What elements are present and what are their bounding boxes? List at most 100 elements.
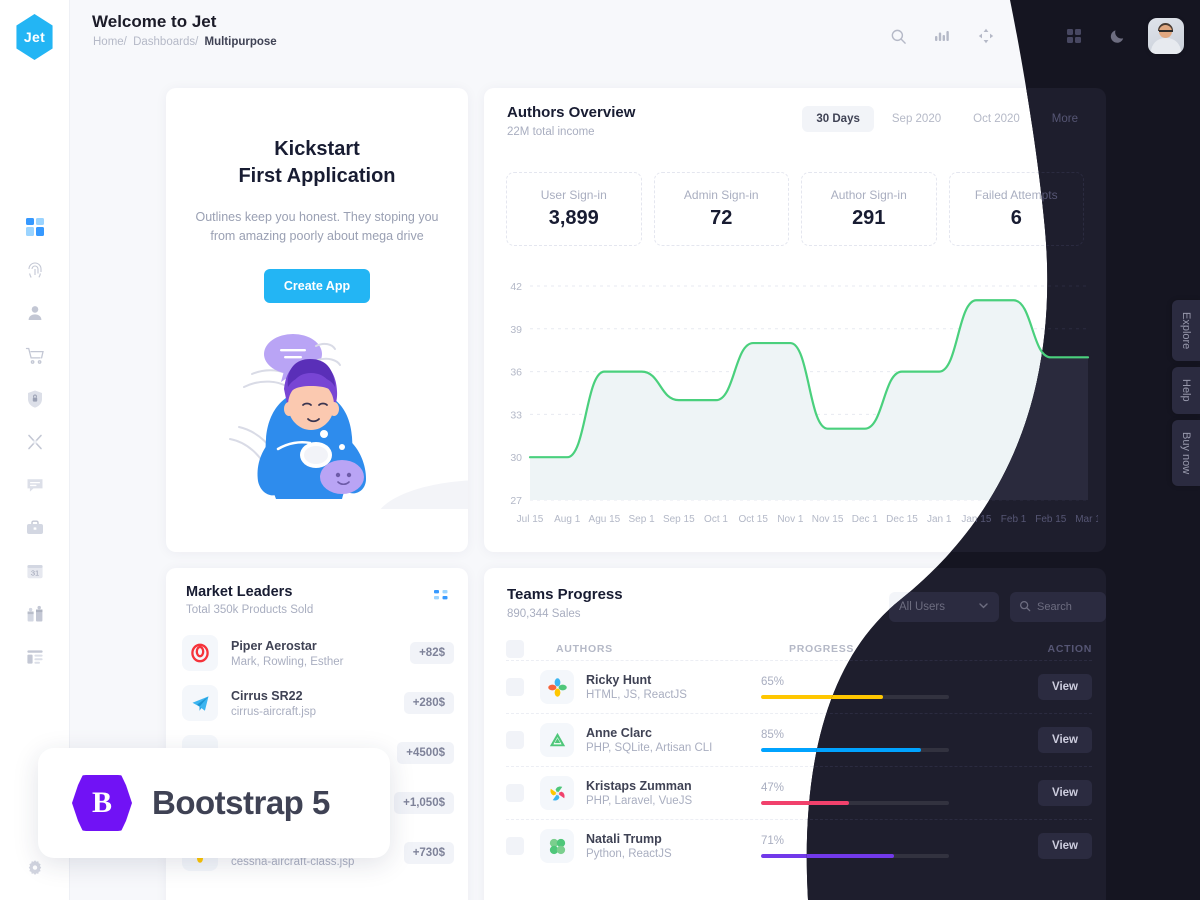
drive-icon <box>540 723 574 757</box>
sidebar-item-ecommerce[interactable] <box>23 344 47 368</box>
clover-icon <box>540 829 574 863</box>
svg-text:Sep 1: Sep 1 <box>629 514 656 525</box>
list-item[interactable]: Cirrus SR22 cirrus-aircraft.jsp +280$ <box>182 678 454 728</box>
kickstart-title: Kickstart First Application <box>166 136 468 190</box>
tab-oct-2020[interactable]: Oct 2020 <box>959 106 1034 132</box>
tab-sep-2020[interactable]: Sep 2020 <box>878 106 955 132</box>
stat-label: Admin Sign-in <box>683 188 759 202</box>
view-button-dark[interactable]: View <box>1038 674 1092 700</box>
dots-grid-icon[interactable] <box>434 590 448 609</box>
search-placeholder-dark: Search <box>1037 601 1072 613</box>
row-checkbox[interactable] <box>506 837 524 855</box>
stat-user-signin: User Sign-in 3,899 <box>506 172 642 246</box>
stat-author-signin: Author Sign-in 291 <box>801 172 937 246</box>
stat-value: 6 <box>1010 207 1022 229</box>
sidebar-item-projects[interactable] <box>23 516 47 540</box>
move-icon[interactable] <box>972 22 1000 50</box>
side-tab-explore[interactable]: Explore <box>1172 300 1200 361</box>
stat-admin-signin: Admin Sign-in 72 <box>653 172 789 246</box>
user-filter-select-dark[interactable]: All Users <box>889 592 999 622</box>
sidebar-item-layout[interactable] <box>23 645 47 669</box>
svg-text:Feb 15: Feb 15 <box>1035 514 1067 525</box>
tab-more-dark[interactable]: More <box>1038 106 1092 132</box>
svg-text:33: 33 <box>510 409 522 421</box>
market-subtitle: Total 350k Products Sold <box>186 604 314 616</box>
app-logo[interactable]: Jet <box>16 14 53 60</box>
sidebar-item-users[interactable] <box>23 301 47 325</box>
sidebar-item-tools[interactable] <box>23 430 47 454</box>
chevron-down-icon <box>978 600 989 614</box>
avatar[interactable] <box>1148 18 1184 54</box>
sidebar-item-chat[interactable] <box>23 473 47 497</box>
item-amount: +280$ <box>403 692 454 714</box>
row-checkbox[interactable] <box>506 731 524 749</box>
opera-icon <box>182 635 218 671</box>
stat-value: 72 <box>710 207 733 229</box>
svg-text:Nov 1: Nov 1 <box>777 514 804 525</box>
sidebar-item-calendar[interactable]: 31 <box>23 559 47 583</box>
bar-chart-icon[interactable] <box>928 22 956 50</box>
author-skills: PHP, Laravel, VueJS <box>586 795 693 807</box>
row-checkbox[interactable] <box>506 678 524 696</box>
svg-text:42: 42 <box>510 281 522 293</box>
search-icon[interactable] <box>884 22 912 50</box>
stat-value: 291 <box>852 207 886 229</box>
item-detail: cirrus-aircraft.jsp <box>231 705 316 718</box>
tab-30-days[interactable]: 30 Days <box>802 106 874 132</box>
side-tab-help[interactable]: Help <box>1172 367 1200 414</box>
header-actions-dark <box>1060 18 1184 54</box>
svg-text:Feb 1: Feb 1 <box>1001 514 1027 525</box>
create-app-button[interactable]: Create App <box>263 268 371 303</box>
view-button-dark[interactable]: View <box>1038 780 1092 806</box>
side-tab-buy-now[interactable]: Buy now <box>1172 420 1200 486</box>
moon-icon[interactable] <box>1104 22 1132 50</box>
promo-badge-label: Bootstrap 5 <box>152 784 330 821</box>
svg-text:36: 36 <box>510 367 522 379</box>
item-name: Cirrus SR22 <box>231 688 303 703</box>
svg-text:Oct 15: Oct 15 <box>738 514 768 525</box>
breadcrumb-dashboards[interactable]: Dashboards/ <box>133 36 198 48</box>
breadcrumb: Home/ Dashboards/ Multipurpose <box>93 36 280 48</box>
author-skills: HTML, JS, ReactJS <box>586 689 687 701</box>
sidebar-item-security[interactable] <box>23 387 47 411</box>
select-all-checkbox[interactable] <box>506 640 524 658</box>
svg-text:Aug 1: Aug 1 <box>554 514 581 525</box>
gear-icon[interactable] <box>23 856 47 880</box>
authors-subtitle: 22M total income <box>507 126 595 138</box>
row-checkbox[interactable] <box>506 784 524 802</box>
user-filter-value-dark: All Users <box>899 601 946 613</box>
svg-text:Oct 1: Oct 1 <box>704 514 728 525</box>
market-title: Market Leaders <box>186 584 293 600</box>
svg-text:31: 31 <box>30 568 38 577</box>
author-name: Anne Clarc <box>586 726 652 740</box>
svg-text:30: 30 <box>510 452 522 464</box>
sidebar-item-dashboard[interactable] <box>23 215 47 239</box>
sidebar-nav: 31 <box>23 215 47 669</box>
kickstart-card: Kickstart First Application Outlines kee… <box>166 88 594 568</box>
svg-text:Mar 1: Mar 1 <box>1075 514 1098 525</box>
column-authors: AUTHORS <box>556 643 613 655</box>
authors-stats: User Sign-in 3,899 Admin Sign-in 72 Auth… <box>506 172 1084 246</box>
svg-text:Dec 1: Dec 1 <box>852 514 879 525</box>
kickstart-description: Outlines keep you honest. They stoping y… <box>195 210 439 244</box>
page-title: Welcome to Jet <box>92 12 217 31</box>
sidebar-item-gifts[interactable] <box>23 602 47 626</box>
bootstrap-logo-letter: B <box>91 786 112 819</box>
item-amount: +82$ <box>410 642 454 664</box>
kickstart-title-line1: Kickstart <box>274 138 360 160</box>
sidebar-item-fingerprint[interactable] <box>23 258 47 282</box>
svg-text:Nov 15: Nov 15 <box>812 514 844 525</box>
view-button-dark[interactable]: View <box>1038 727 1092 753</box>
author-name: Kristaps Zumman <box>586 779 692 793</box>
breadcrumb-home[interactable]: Home/ <box>93 36 127 48</box>
grid-icon[interactable] <box>1060 22 1088 50</box>
promo-badge[interactable]: B Bootstrap 5 <box>38 748 390 858</box>
item-amount: +730$ <box>403 842 454 864</box>
view-button-dark[interactable]: View <box>1038 833 1092 859</box>
list-item[interactable]: Piper Aerostar Mark, Rowling, Esther +82… <box>182 628 454 678</box>
kickstart-title-line2: First Application <box>238 165 396 187</box>
search-icon <box>1019 600 1031 615</box>
teams-subtitle: 890,344 Sales <box>507 608 581 620</box>
search-input-dark[interactable]: Search <box>1010 592 1106 622</box>
author-skills: Python, ReactJS <box>586 848 672 860</box>
